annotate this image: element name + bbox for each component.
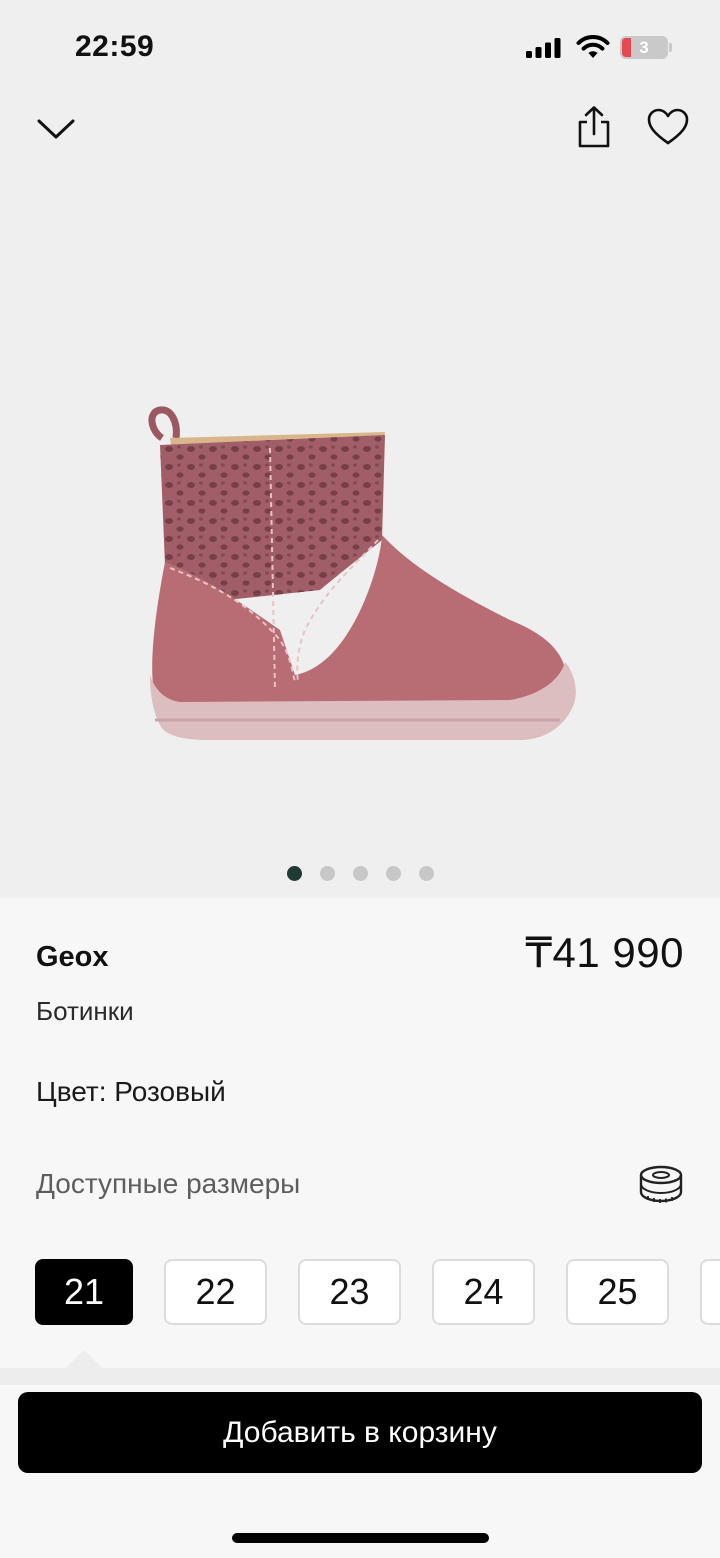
size-option-25[interactable]: 25 (566, 1259, 669, 1325)
size-option-23[interactable]: 23 (298, 1259, 401, 1325)
size-option-22[interactable]: 22 (164, 1259, 267, 1325)
size-option-next-partial[interactable] (700, 1259, 720, 1325)
gallery-dot-5[interactable] (418, 866, 434, 881)
cellular-signal-icon (526, 38, 561, 58)
wifi-icon (576, 35, 610, 58)
gallery-dot-2[interactable] (319, 866, 335, 881)
add-to-cart-button[interactable]: Добавить в корзину (18, 1392, 702, 1473)
size-option-24[interactable]: 24 (432, 1259, 535, 1325)
share-icon[interactable] (572, 104, 616, 152)
section-divider (0, 1368, 720, 1385)
product-color: Цвет: Розовый (36, 1076, 226, 1107)
battery-level: 3 (639, 37, 649, 57)
measuring-tape-icon[interactable] (636, 1162, 686, 1208)
product-image[interactable] (120, 390, 590, 760)
gallery-dot-4[interactable] (385, 866, 401, 881)
product-type: Ботинки (36, 996, 134, 1026)
gallery-dot-1[interactable] (286, 866, 302, 881)
gallery-dot-3[interactable] (352, 866, 368, 881)
battery-icon: 3 (620, 36, 668, 59)
selected-size-pointer (66, 1350, 102, 1368)
home-indicator[interactable] (232, 1533, 489, 1543)
chevron-down-icon[interactable] (34, 108, 78, 148)
product-gallery[interactable]: 22:59 3 (0, 0, 720, 898)
available-sizes-title: Доступные размеры (36, 1168, 301, 1199)
product-brand[interactable]: Geox (36, 941, 109, 974)
size-selector: 21 22 23 24 25 (35, 1259, 720, 1325)
heart-icon[interactable] (645, 106, 691, 148)
battery-cap (669, 43, 672, 52)
product-price: ₸41 990 (525, 929, 684, 976)
gallery-pagination (0, 866, 720, 884)
size-option-21[interactable]: 21 (35, 1259, 133, 1325)
status-time: 22:59 (75, 30, 155, 63)
